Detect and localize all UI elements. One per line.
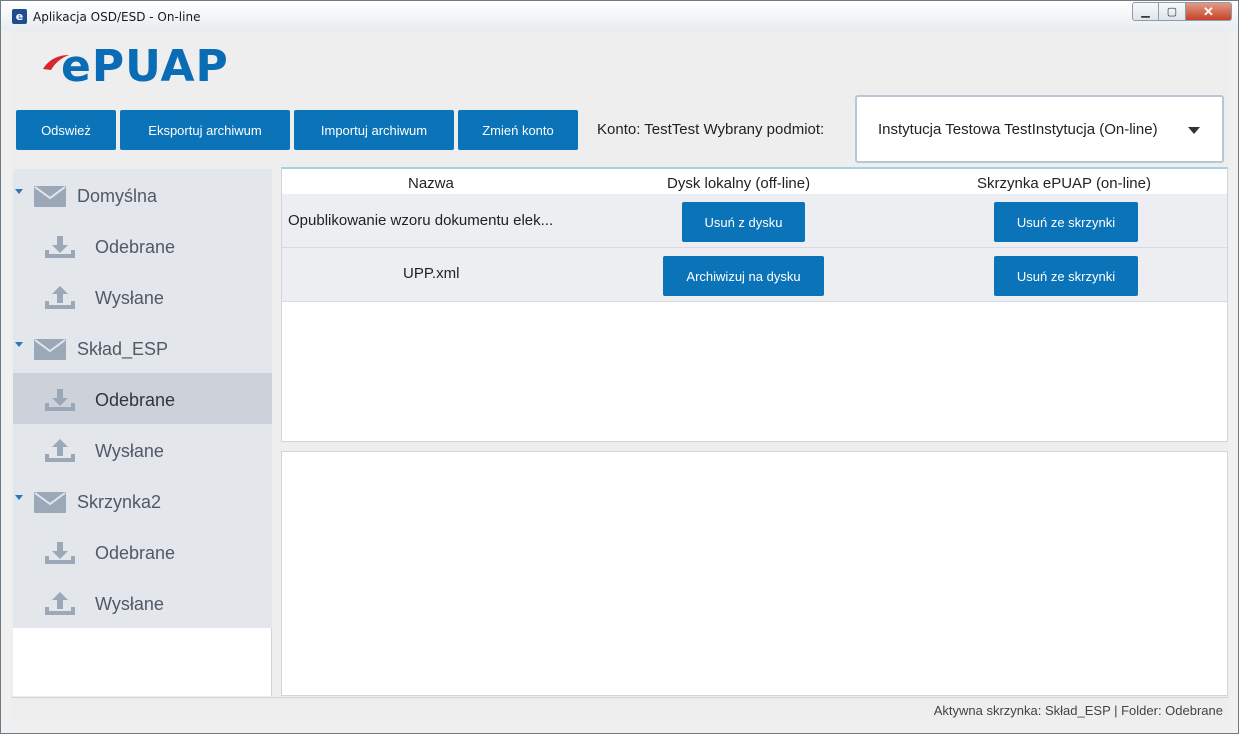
window-title: Aplikacja OSD/ESD - On-line [33,10,201,24]
column-header-remote[interactable]: Skrzynka ePUAP (on-line) [977,175,1151,192]
folder-label: Odebrane [95,237,176,257]
close-button[interactable]: ✕ [1186,2,1232,21]
folder-item-wyslane[interactable]: Wysłane [13,271,272,322]
mailbox-label: Skrzynka2 [77,492,162,512]
mailbox-label: Skład_ESP [77,339,169,359]
folder-item-odebrane-selected[interactable]: Odebrane [13,373,272,424]
sidebar: Domyślna Odebrane Wysłane Skład_ESP Odeb… [13,169,272,696]
folder-item-odebrane[interactable]: Odebrane [13,526,272,577]
chevron-down-icon [1188,127,1200,134]
close-icon: ✕ [1203,3,1214,19]
window-controls: ▁ ▢ ✕ [1132,2,1232,21]
maximize-icon: ▢ [1166,6,1178,18]
table-row[interactable]: UPP.xml Archiwizuj na dysku Usuń ze skrz… [282,248,1227,302]
mailbox-item-skrzynka2[interactable]: Skrzynka2 [13,475,272,526]
folder-item-wyslane[interactable]: Wysłane [13,424,272,475]
delete-from-disk-button[interactable]: Usuń z dysku [682,202,805,242]
epuap-logo: ePUAP [41,41,241,92]
outbox-upload-icon [45,439,75,462]
mailbox-tree: Domyślna Odebrane Wysłane Skład_ESP Odeb… [13,169,272,628]
column-header-name[interactable]: Nazwa [408,175,454,192]
status-bar: Aktywna skrzynka: Skład_ESP | Folder: Od… [11,697,1229,721]
title-bar[interactable]: e Aplikacja OSD/ESD - On-line ▁ ▢ ✕ [1,1,1238,31]
entity-select[interactable]: Instytucja Testowa TestInstytucja (On-li… [855,95,1224,163]
mailbox-icon [34,492,66,513]
document-name: Opublikowanie wzoru dokumentu elek... [288,212,554,229]
minimize-button[interactable]: ▁ [1132,2,1159,21]
expand-caret-icon[interactable] [15,495,23,500]
mailbox-item-domyslna[interactable]: Domyślna [13,169,272,220]
document-name: UPP.xml [403,265,460,282]
outbox-upload-icon [45,286,75,309]
folder-label: Odebrane [95,543,176,563]
delete-from-mailbox-button[interactable]: Usuń ze skrzynki [994,256,1138,296]
account-info: Konto: TestTest Wybrany podmiot: [597,121,825,138]
inbox-download-icon [45,236,75,258]
app-icon: e [12,9,27,24]
change-account-button[interactable]: Zmień konto [458,110,578,150]
expand-caret-icon[interactable] [15,342,23,347]
import-archive-button[interactable]: Importuj archiwum [294,110,454,150]
folder-item-odebrane[interactable]: Odebrane [13,220,272,271]
delete-from-mailbox-button[interactable]: Usuń ze skrzynki [994,202,1138,242]
folder-item-wyslane[interactable]: Wysłane [13,577,272,628]
folder-label: Odebrane [95,390,176,410]
archive-to-disk-button[interactable]: Archiwizuj na dysku [663,256,824,296]
document-preview-panel [281,451,1228,696]
folder-label: Wysłane [95,288,164,308]
minimize-icon: ▁ [1141,6,1150,18]
mailbox-item-sklad-esp[interactable]: Skład_ESP [13,322,272,373]
documents-table: Nazwa Dysk lokalny (off-line) Skrzynka e… [281,167,1228,442]
maximize-button[interactable]: ▢ [1159,2,1186,21]
refresh-button[interactable]: Odswież [16,110,116,150]
app-window: e Aplikacja OSD/ESD - On-line ▁ ▢ ✕ ePUA… [0,0,1239,734]
mailbox-label: Domyślna [77,186,158,206]
export-archive-button[interactable]: Eksportuj archiwum [120,110,290,150]
table-row[interactable]: Opublikowanie wzoru dokumentu elek... Us… [282,194,1227,248]
panel-splitter[interactable] [281,442,1228,451]
logo-text: ePUAP [61,41,229,92]
inbox-download-icon [45,542,75,564]
mailbox-icon [34,339,66,360]
entity-select-value: Instytucja Testowa TestInstytucja (On-li… [878,121,1158,138]
inbox-download-icon [45,389,75,411]
folder-label: Wysłane [95,441,164,461]
outbox-upload-icon [45,592,75,615]
folder-label: Wysłane [95,594,164,614]
app-content: ePUAP Odswież Eksportuj archiwum Importu… [11,31,1229,721]
mailbox-icon [34,186,66,207]
status-text: Aktywna skrzynka: Skład_ESP | Folder: Od… [933,703,1223,718]
expand-caret-icon[interactable] [15,189,23,194]
column-header-local[interactable]: Dysk lokalny (off-line) [667,175,810,192]
